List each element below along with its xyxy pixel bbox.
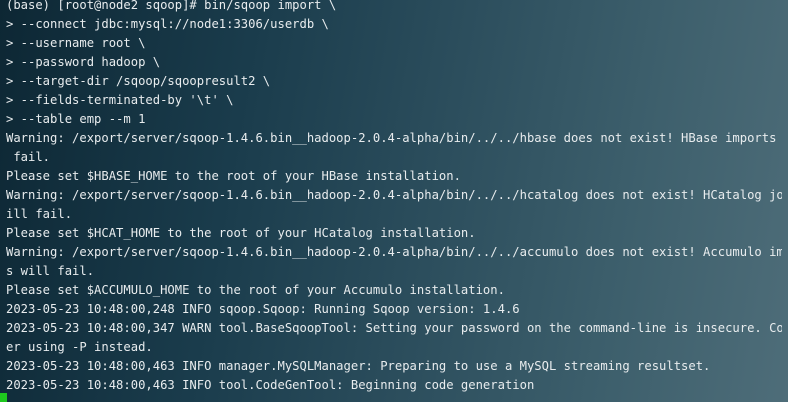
- terminal-line: 2023-05-23 10:48:00,463 INFO manager.MyS…: [6, 359, 711, 373]
- terminal-line: ill fail.: [6, 207, 73, 221]
- terminal-line: fail.: [6, 150, 51, 164]
- terminal-line: (base) [root@node2 sqoop]# bin/sqoop imp…: [6, 0, 337, 12]
- terminal-line: > --connect jdbc:mysql://node1:3306/user…: [6, 17, 329, 31]
- terminal-line: > --target-dir /sqoop/sqoopresult2 \: [6, 74, 271, 88]
- terminal-line: Please set $HBASE_HOME to the root of yo…: [6, 169, 461, 183]
- terminal-line: Warning: /export/server/sqoop-1.4.6.bin_…: [6, 188, 782, 202]
- terminal-line: Warning: /export/server/sqoop-1.4.6.bin_…: [6, 245, 782, 259]
- terminal-line: Please set $ACCUMULO_HOME to the root of…: [6, 283, 505, 297]
- terminal-line: > --username root \: [6, 36, 146, 50]
- terminal-line: Please set $HCAT_HOME to the root of you…: [6, 226, 476, 240]
- terminal-line: > --password hadoop \: [6, 55, 161, 69]
- terminal-cursor: [0, 393, 7, 402]
- terminal-line: Warning: /export/server/sqoop-1.4.6.bin_…: [6, 131, 782, 145]
- terminal-line: 2023-05-23 10:48:00,347 WARN tool.BaseSq…: [6, 321, 782, 335]
- terminal-output[interactable]: (base) [root@node2 sqoop]# bin/sqoop imp…: [6, 0, 782, 402]
- terminal-line: 2023-05-23 10:48:00,463 INFO tool.CodeGe…: [6, 378, 535, 392]
- terminal-line: s will fail.: [6, 264, 95, 278]
- terminal-line: > --fields-terminated-by '\t' \: [6, 93, 234, 107]
- terminal-line: > --table emp --m 1: [6, 112, 146, 126]
- terminal-line: er using -P instead.: [6, 340, 153, 354]
- terminal-line: 2023-05-23 10:48:00,248 INFO sqoop.Sqoop…: [6, 302, 520, 316]
